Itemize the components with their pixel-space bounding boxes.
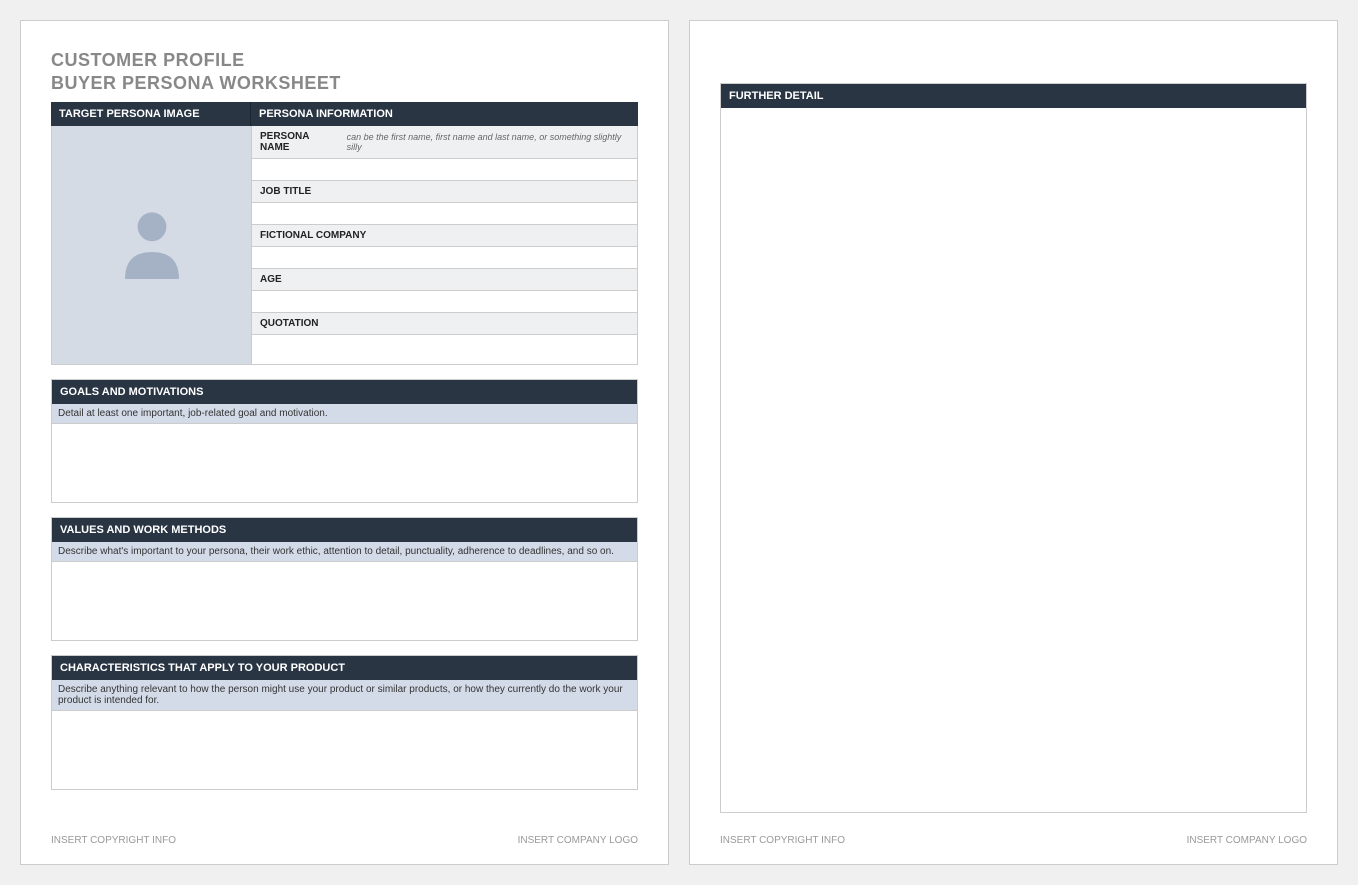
section-values-prompt: Describe what's important to your person… <box>52 542 637 562</box>
section-further-detail: FURTHER DETAIL <box>720 83 1307 813</box>
page2-footer: INSERT COPYRIGHT INFO INSERT COMPANY LOG… <box>720 825 1307 846</box>
field-persona-name-label: PERSONA NAME can be the first name, firs… <box>252 126 637 159</box>
label-text: PERSONA NAME <box>260 131 339 153</box>
section-goals-header: GOALS AND MOTIVATIONS <box>52 380 637 404</box>
top-content-row: PERSONA NAME can be the first name, firs… <box>51 126 638 365</box>
footer-copyright: INSERT COPYRIGHT INFO <box>51 835 176 846</box>
field-quotation-label: QUOTATION <box>252 313 637 335</box>
field-age-input[interactable] <box>252 291 637 313</box>
field-job-title-label: JOB TITLE <box>252 181 637 203</box>
section-goals: GOALS AND MOTIVATIONS Detail at least on… <box>51 379 638 503</box>
section-values-input[interactable] <box>52 562 637 640</box>
page1-footer: INSERT COPYRIGHT INFO INSERT COMPANY LOG… <box>51 825 638 846</box>
title-block: CUSTOMER PROFILE BUYER PERSONA WORKSHEET <box>51 49 638 94</box>
label-hint: can be the first name, first name and la… <box>347 132 629 152</box>
field-job-title-input[interactable] <box>252 203 637 225</box>
persona-info-fields: PERSONA NAME can be the first name, firs… <box>252 126 637 364</box>
section-values: VALUES AND WORK METHODS Describe what's … <box>51 517 638 641</box>
field-quotation-input[interactable] <box>252 335 637 364</box>
section-goals-prompt: Detail at least one important, job-relat… <box>52 404 637 424</box>
section-characteristics-prompt: Describe anything relevant to how the pe… <box>52 680 637 711</box>
section-further-detail-header: FURTHER DETAIL <box>721 84 1306 108</box>
section-goals-input[interactable] <box>52 424 637 502</box>
person-icon <box>107 198 197 293</box>
field-fictional-company-input[interactable] <box>252 247 637 269</box>
section-characteristics-header: CHARACTERISTICS THAT APPLY TO YOUR PRODU… <box>52 656 637 680</box>
footer-logo: INSERT COMPANY LOGO <box>518 835 638 846</box>
page-1: CUSTOMER PROFILE BUYER PERSONA WORKSHEET… <box>20 20 669 865</box>
header-persona-information: PERSONA INFORMATION <box>251 102 638 126</box>
footer-logo-2: INSERT COMPANY LOGO <box>1187 835 1307 846</box>
field-persona-name-input[interactable] <box>252 159 637 181</box>
top-header-row: TARGET PERSONA IMAGE PERSONA INFORMATION <box>51 102 638 126</box>
section-further-detail-input[interactable] <box>721 108 1306 812</box>
header-target-persona-image: TARGET PERSONA IMAGE <box>51 102 251 126</box>
persona-image-placeholder[interactable] <box>52 126 252 364</box>
section-values-header: VALUES AND WORK METHODS <box>52 518 637 542</box>
section-characteristics-input[interactable] <box>52 711 637 789</box>
page-2: FURTHER DETAIL INSERT COPYRIGHT INFO INS… <box>689 20 1338 865</box>
field-fictional-company-label: FICTIONAL COMPANY <box>252 225 637 247</box>
title-line-2: BUYER PERSONA WORKSHEET <box>51 72 638 95</box>
field-age-label: AGE <box>252 269 637 291</box>
section-characteristics: CHARACTERISTICS THAT APPLY TO YOUR PRODU… <box>51 655 638 790</box>
footer-copyright-2: INSERT COPYRIGHT INFO <box>720 835 845 846</box>
title-line-1: CUSTOMER PROFILE <box>51 49 638 72</box>
